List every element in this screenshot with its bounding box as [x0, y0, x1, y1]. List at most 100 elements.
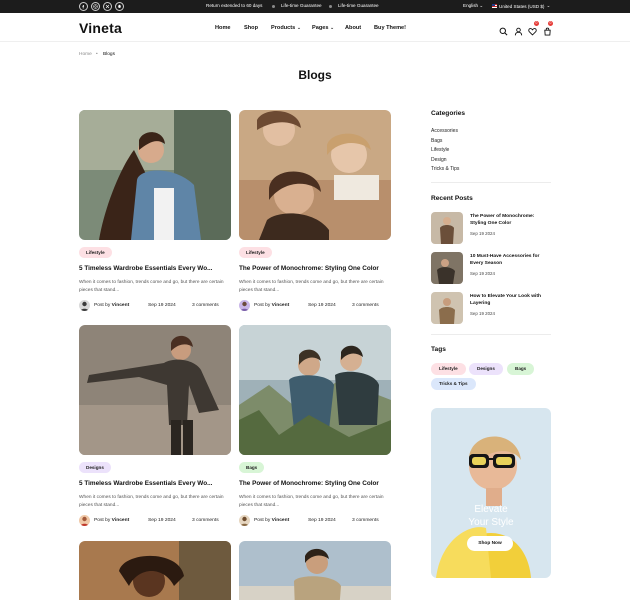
- recent-post-title[interactable]: The Power of Monochrome: Styling One Col…: [470, 213, 552, 227]
- nav-label: Home: [215, 25, 231, 31]
- announcement-text: Return extended to 60 days: [206, 3, 263, 8]
- recent-post-date: Sep 19 2024: [470, 231, 495, 236]
- tags-heading: Tags: [431, 346, 446, 353]
- announcement-text: Life-time Guarantee: [281, 3, 322, 8]
- language-label: English: [463, 3, 479, 8]
- post-tag[interactable]: Lifestyle: [239, 247, 272, 258]
- post-author: Post by Vincent: [94, 518, 129, 523]
- author-prefix: Post by: [94, 303, 111, 308]
- x-icon[interactable]: [103, 2, 112, 11]
- post-image[interactable]: [239, 541, 391, 600]
- search-icon[interactable]: [499, 23, 508, 36]
- post-excerpt: When it comes to fashion, trends come an…: [239, 280, 384, 293]
- post-date: Sep 19 2024: [148, 303, 176, 308]
- post-image[interactable]: [79, 325, 231, 455]
- post-author: Post by Vincent: [254, 518, 289, 523]
- category-link[interactable]: Tricks & Tips: [431, 166, 459, 172]
- announcement-separator: [329, 5, 332, 8]
- author-prefix: Post by: [254, 303, 271, 308]
- shop-now-button[interactable]: Shop Now: [467, 536, 513, 551]
- nav-label: Pages: [312, 25, 329, 31]
- tag-pill[interactable]: Lifestyle: [431, 363, 466, 375]
- author-name[interactable]: Vincent: [112, 303, 130, 308]
- post-author: Post by Vincent: [94, 303, 129, 308]
- tag-pill[interactable]: Tricks & Tips: [431, 378, 476, 390]
- recent-post-thumbnail[interactable]: [431, 212, 463, 244]
- post-author: Post by Vincent: [254, 303, 289, 308]
- wishlist-count-badge: 0: [534, 21, 539, 26]
- instagram-icon[interactable]: [91, 2, 100, 11]
- us-flag-icon: [492, 4, 497, 8]
- post-image[interactable]: [79, 110, 231, 240]
- post-title[interactable]: 5 Timeless Wardrobe Essentials Every Wo.…: [79, 265, 231, 272]
- nav-buy-theme[interactable]: Buy Theme!: [374, 25, 406, 31]
- section-divider: [431, 334, 551, 335]
- page-title: Blogs: [298, 68, 332, 82]
- language-selector[interactable]: English ⌄: [463, 3, 483, 9]
- breadcrumb-separator: •: [96, 52, 98, 57]
- post-comments[interactable]: 3 comments: [352, 303, 379, 308]
- post-date: Sep 19 2024: [148, 518, 176, 523]
- category-link[interactable]: Design: [431, 157, 447, 163]
- breadcrumb-home[interactable]: Home: [79, 52, 92, 57]
- header-divider: [0, 41, 630, 42]
- recent-post-date: Sep 19 2024: [470, 311, 495, 316]
- snapchat-icon[interactable]: [115, 2, 124, 11]
- nav-about[interactable]: About: [345, 25, 361, 31]
- post-excerpt: When it comes to fashion, trends come an…: [239, 495, 384, 508]
- category-link[interactable]: Bags: [431, 138, 442, 144]
- site-logo[interactable]: Vineta: [79, 20, 122, 36]
- author-prefix: Post by: [94, 518, 111, 523]
- promo-banner[interactable]: Elevate Your Style: [431, 408, 551, 578]
- recent-post-date: Sep 19 2024: [470, 271, 495, 276]
- post-image[interactable]: [239, 325, 391, 455]
- post-tag[interactable]: Designs: [79, 462, 111, 473]
- post-comments[interactable]: 3 comments: [352, 518, 379, 523]
- tag-pill[interactable]: Bags: [507, 363, 535, 375]
- currency-label: United States (USD $): [499, 3, 545, 9]
- breadcrumb-current: Blogs: [103, 52, 115, 57]
- post-title[interactable]: 5 Timeless Wardrobe Essentials Every Wo.…: [79, 480, 231, 487]
- author-name[interactable]: Vincent: [272, 303, 290, 308]
- avatar: [239, 515, 250, 526]
- category-link[interactable]: Lifestyle: [431, 147, 449, 153]
- recent-posts-heading: Recent Posts: [431, 195, 473, 202]
- post-comments[interactable]: 3 comments: [192, 303, 219, 308]
- post-title[interactable]: The Power of Monochrome: Styling One Col…: [239, 265, 391, 272]
- section-divider: [431, 182, 551, 183]
- author-name[interactable]: Vincent: [272, 518, 290, 523]
- post-date: Sep 19 2024: [308, 518, 336, 523]
- announcement-text: Life-time Guarantee: [338, 3, 379, 8]
- recent-post-thumbnail[interactable]: [431, 252, 463, 284]
- categories-heading: Categories: [431, 110, 466, 117]
- author-name[interactable]: Vincent: [112, 518, 130, 523]
- recent-post-thumbnail[interactable]: [431, 292, 463, 324]
- nav-shop[interactable]: Shop: [244, 25, 258, 31]
- nav-products[interactable]: Products ⌄: [271, 25, 301, 31]
- post-comments[interactable]: 3 comments: [192, 518, 219, 523]
- nav-pages[interactable]: Pages ⌄: [312, 25, 334, 31]
- user-icon[interactable]: [514, 23, 523, 36]
- post-image[interactable]: [239, 110, 391, 240]
- post-tag[interactable]: Lifestyle: [79, 247, 112, 258]
- avatar: [79, 515, 90, 526]
- post-title[interactable]: The Power of Monochrome: Styling One Col…: [239, 480, 391, 487]
- currency-selector[interactable]: United States (USD $) ⌄: [492, 3, 550, 9]
- chevron-down-icon: ⌄: [546, 3, 551, 8]
- nav-label: About: [345, 25, 362, 31]
- recent-post-title[interactable]: 10 Must-Have Accessories for Every Seaso…: [470, 253, 552, 267]
- nav-label: Buy Theme!: [374, 25, 407, 31]
- recent-post-title[interactable]: How to Elevate Your Look with Layering: [470, 293, 552, 307]
- post-image[interactable]: [79, 541, 231, 600]
- chevron-down-icon: ⌄: [479, 3, 484, 8]
- post-date: Sep 19 2024: [308, 303, 336, 308]
- nav-home[interactable]: Home: [215, 25, 231, 31]
- post-excerpt: When it comes to fashion, trends come an…: [79, 280, 224, 293]
- category-link[interactable]: Accessories: [431, 128, 458, 134]
- avatar: [79, 300, 90, 311]
- tag-pill[interactable]: Designs: [469, 363, 503, 375]
- announcement-separator: [272, 5, 275, 8]
- chevron-down-icon: ⌄: [330, 25, 335, 31]
- facebook-icon[interactable]: [79, 2, 88, 11]
- post-tag[interactable]: Bags: [239, 462, 265, 473]
